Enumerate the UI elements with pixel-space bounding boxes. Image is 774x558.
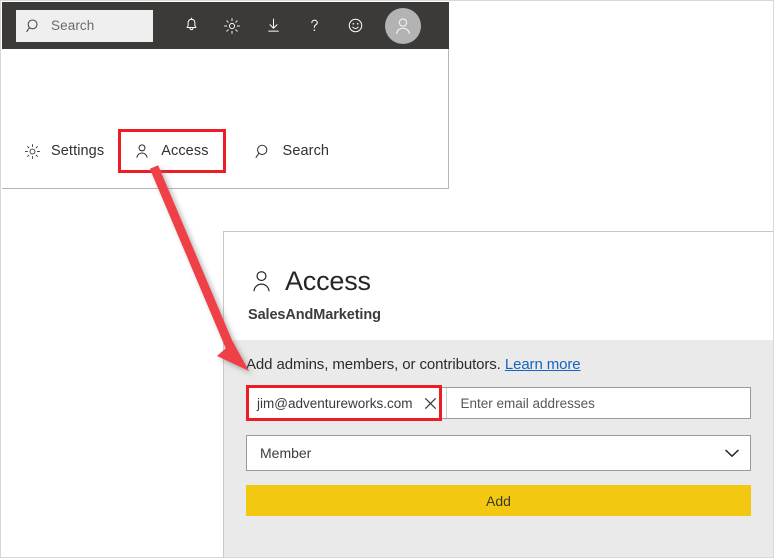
tab-settings[interactable]: Settings <box>16 131 109 171</box>
gear-icon <box>21 140 43 162</box>
learn-more-link[interactable]: Learn more <box>505 356 581 373</box>
tab-settings-label: Settings <box>51 143 104 159</box>
close-icon[interactable] <box>424 396 438 410</box>
chevron-down-icon <box>725 446 739 460</box>
access-form: Add admins, members, or contributors. Le… <box>224 340 773 558</box>
email-field-row: jim@adventureworks.com Enter email addre… <box>246 387 751 419</box>
nav-tab-list: Settings Access Search <box>2 131 334 171</box>
person-icon <box>131 140 153 162</box>
person-icon <box>246 264 276 298</box>
form-description-text: Add admins, members, or contributors. <box>246 356 501 373</box>
gear-icon[interactable] <box>219 13 245 39</box>
tab-search[interactable]: Search <box>248 131 335 171</box>
email-chip-label: jim@adventureworks.com <box>257 396 413 411</box>
search-placeholder-text: Search <box>51 18 94 33</box>
role-select[interactable]: Member <box>246 435 751 471</box>
bell-icon[interactable] <box>178 13 204 39</box>
tab-access-label: Access <box>161 143 208 159</box>
add-button[interactable]: Add <box>246 485 751 516</box>
search-icon <box>253 140 275 162</box>
access-panel-header: Access SalesAndMarketing <box>224 232 773 340</box>
tab-access[interactable]: Access <box>118 129 225 173</box>
help-icon[interactable] <box>301 13 327 39</box>
workspace-name: SalesAndMarketing <box>248 307 773 323</box>
top-app-bar: Search <box>2 2 449 49</box>
top-bar-icon-group <box>163 13 368 39</box>
email-input-placeholder: Enter email addresses <box>461 396 595 411</box>
tab-search-label: Search <box>283 143 330 159</box>
smiley-icon[interactable] <box>342 13 368 39</box>
download-icon[interactable] <box>260 13 286 39</box>
access-title-row: Access <box>246 264 773 298</box>
email-addresses-input[interactable]: jim@adventureworks.com Enter email addre… <box>246 387 751 419</box>
search-icon <box>24 16 44 36</box>
nav-panel: Settings Access Search <box>2 49 449 189</box>
screenshot-root: Search <box>0 0 774 558</box>
search-input[interactable]: Search <box>16 10 153 42</box>
avatar[interactable] <box>385 8 421 44</box>
form-description: Add admins, members, or contributors. Le… <box>246 356 751 373</box>
role-select-value: Member <box>260 445 311 461</box>
page-title: Access <box>285 266 371 297</box>
email-chip[interactable]: jim@adventureworks.com <box>247 388 447 418</box>
access-panel: Access SalesAndMarketing Add admins, mem… <box>223 231 774 558</box>
